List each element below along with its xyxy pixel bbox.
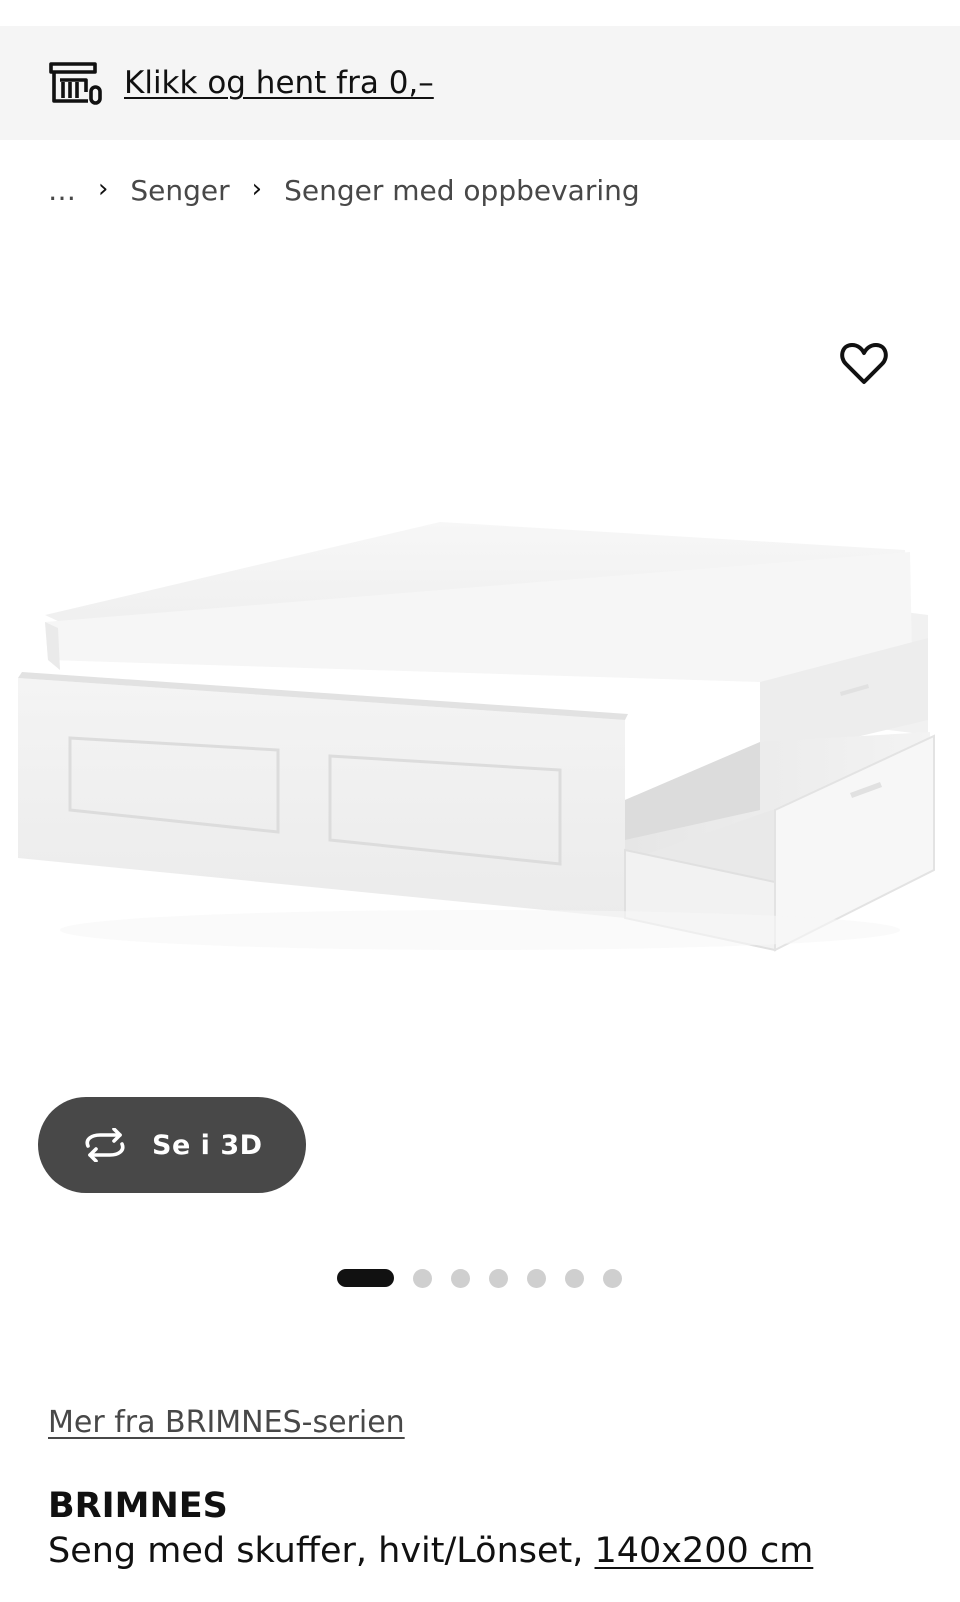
breadcrumb-ellipsis[interactable]: … — [48, 174, 76, 207]
carousel-dot[interactable] — [603, 1268, 622, 1288]
carousel-dot[interactable] — [413, 1268, 432, 1288]
breadcrumb-item-senger-med-oppbevaring[interactable]: Senger med oppbevaring — [284, 174, 640, 207]
chevron-right-icon: › — [251, 174, 263, 204]
click-and-collect-link[interactable]: Klikk og hent fra 0,– — [124, 65, 434, 101]
carousel-dot-active[interactable] — [337, 1269, 394, 1287]
carousel-dot[interactable] — [489, 1268, 508, 1288]
top-edge — [0, 0, 960, 26]
carousel-dot[interactable] — [527, 1268, 546, 1288]
product-image-bed[interactable] — [0, 510, 960, 1100]
store-pickup-icon — [49, 62, 102, 105]
carousel-dot[interactable] — [451, 1268, 470, 1288]
rotate-3d-icon — [85, 1128, 125, 1162]
view-in-3d-button[interactable]: Se i 3D — [38, 1097, 306, 1193]
heart-icon[interactable] — [838, 340, 890, 388]
view-in-3d-label: Se i 3D — [152, 1129, 263, 1161]
product-name: BRIMNES — [48, 1486, 228, 1526]
breadcrumb: … › Senger › Senger med oppbevaring — [48, 168, 640, 212]
breadcrumb-item-senger[interactable]: Senger — [130, 174, 229, 207]
chevron-right-icon: › — [98, 174, 109, 204]
more-from-series-link[interactable]: Mer fra BRIMNES-serien — [48, 1405, 405, 1440]
click-and-collect-banner: Klikk og hent fra 0,– — [0, 26, 960, 140]
product-size-link[interactable]: 140x200 cm — [595, 1531, 814, 1571]
product-description-text: Seng med skuffer, hvit/Lönset, — [48, 1531, 595, 1571]
image-carousel-indicator — [337, 1268, 641, 1288]
product-description: Seng med skuffer, hvit/Lönset, 140x200 c… — [48, 1531, 813, 1571]
carousel-dot[interactable] — [565, 1268, 584, 1288]
